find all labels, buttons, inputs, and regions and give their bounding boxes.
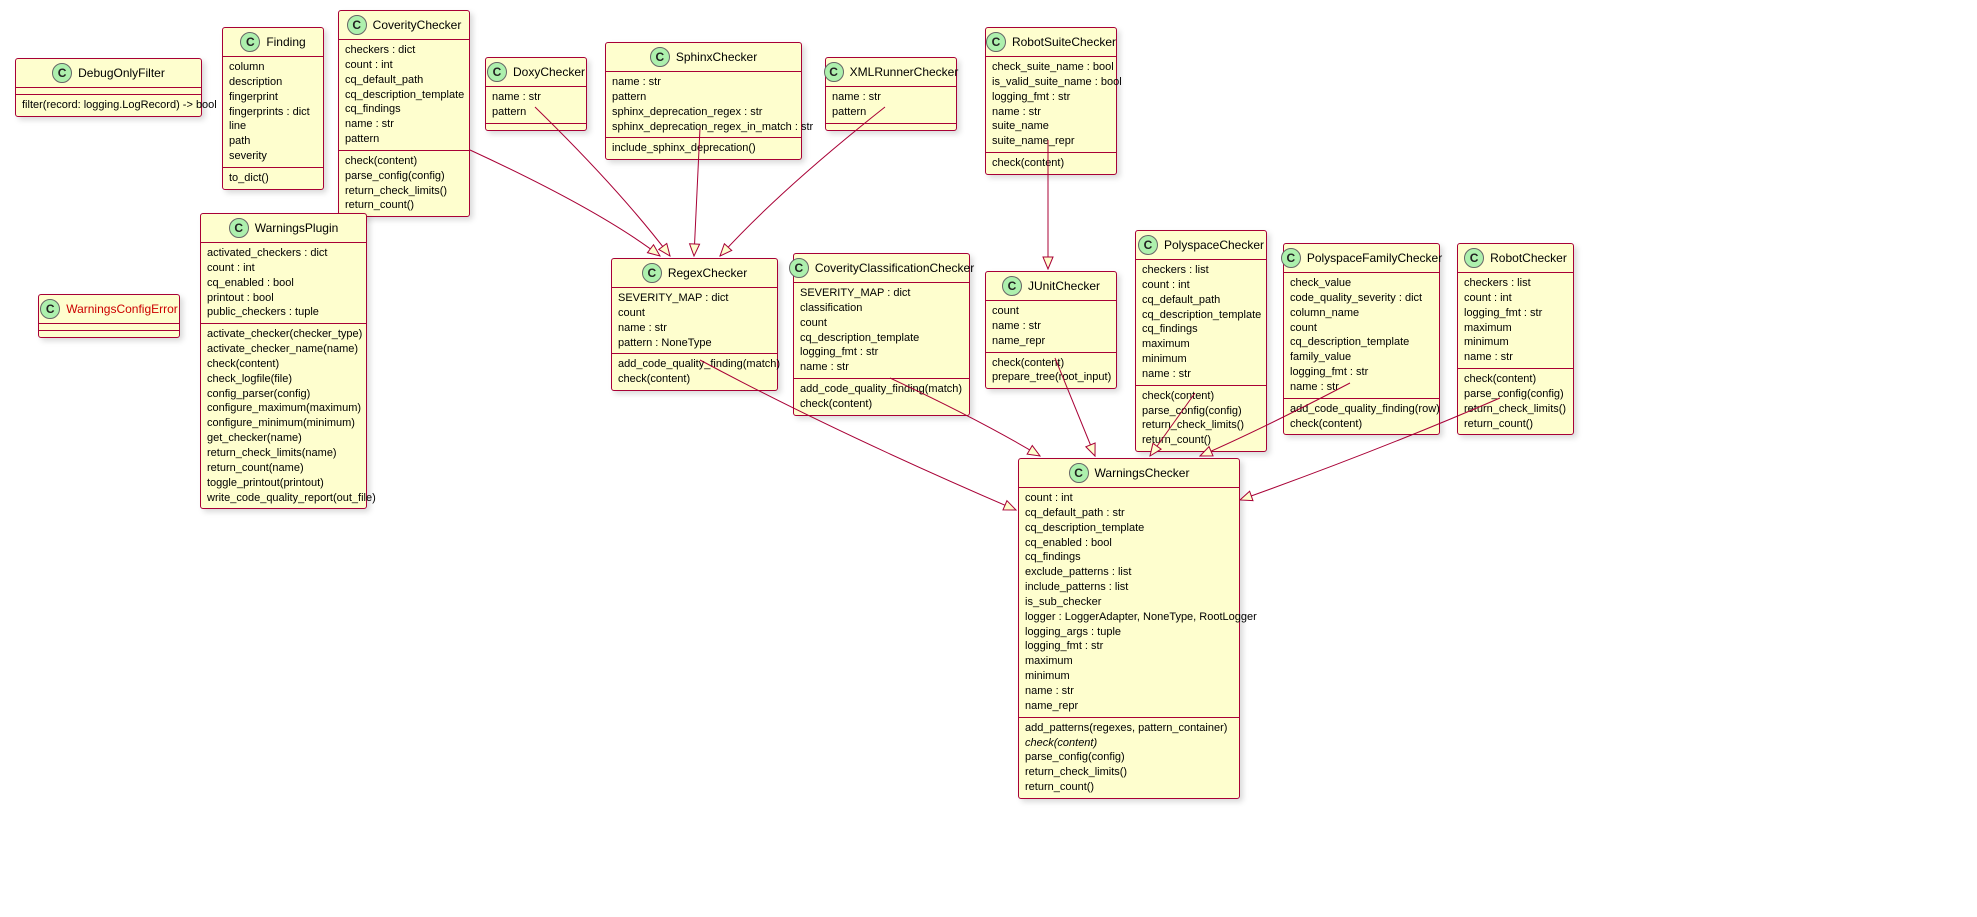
class-name: JUnitChecker xyxy=(1028,279,1100,293)
class-RobotSuiteChecker: C RobotSuiteChecker check_suite_name : bo… xyxy=(985,27,1117,175)
class-icon: C xyxy=(650,47,670,67)
class-WarningsChecker: C WarningsChecker count : int cq_default_… xyxy=(1018,458,1240,799)
class-name: Finding xyxy=(266,35,305,49)
class-icon: C xyxy=(824,62,844,82)
class-CoverityClassificationChecker: CCoverityClassificationChecker SEVERITY_… xyxy=(793,253,970,416)
class-header: C RobotChecker xyxy=(1458,244,1573,273)
class-header: C WarningsConfigError xyxy=(39,295,179,324)
class-icon: C xyxy=(1464,248,1484,268)
class-header: C CoverityChecker xyxy=(339,11,469,40)
attrs: SEVERITY_MAP : dict count name : str pat… xyxy=(612,288,777,354)
class-XMLRunnerChecker: C XMLRunnerChecker name : str pattern xyxy=(825,57,957,131)
methods: filter(record: logging.LogRecord) -> boo… xyxy=(16,95,201,116)
attrs: name : str pattern sphinx_deprecation_re… xyxy=(606,72,801,138)
class-header: C DebugOnlyFilter xyxy=(16,59,201,88)
methods: check(content) parse_config(config) retu… xyxy=(339,151,469,216)
class-icon: C xyxy=(1002,276,1022,296)
class-DoxyChecker: C DoxyChecker name : str pattern xyxy=(485,57,587,131)
class-header: CCoverityClassificationChecker xyxy=(794,254,969,283)
attrs: name : str pattern xyxy=(486,87,586,124)
class-name: RegexChecker xyxy=(668,266,747,280)
class-icon: C xyxy=(52,63,72,83)
class-icon: C xyxy=(1069,463,1089,483)
methods: check(content) xyxy=(986,153,1116,174)
class-icon: C xyxy=(1138,235,1158,255)
methods: add_code_quality_finding(match) check(co… xyxy=(612,354,777,390)
class-DebugOnlyFilter: C DebugOnlyFilter filter(record: logging… xyxy=(15,58,202,117)
class-WarningsPlugin: C WarningsPlugin activated_checkers : dic… xyxy=(200,213,367,509)
methods: to_dict() xyxy=(223,168,323,189)
methods xyxy=(826,124,956,130)
attrs: SEVERITY_MAP : dict classification count… xyxy=(794,283,969,379)
class-header: C SphinxChecker xyxy=(606,43,801,72)
attrs: checkers : list count : int logging_fmt … xyxy=(1458,273,1573,369)
class-name: CoverityClassificationChecker xyxy=(815,261,974,275)
attrs: name : str pattern xyxy=(826,87,956,124)
methods: include_sphinx_deprecation() xyxy=(606,138,801,159)
methods: check(content) parse_config(config) retu… xyxy=(1458,369,1573,434)
class-name: PolyspaceChecker xyxy=(1164,238,1264,252)
class-Finding: C Finding column description fingerprint … xyxy=(222,27,324,190)
class-icon: C xyxy=(347,15,367,35)
class-header: C JUnitChecker xyxy=(986,272,1116,301)
class-RegexChecker: C RegexChecker SEVERITY_MAP : dict count … xyxy=(611,258,778,391)
class-header: C RegexChecker xyxy=(612,259,777,288)
class-name: WarningsPlugin xyxy=(255,221,339,235)
class-icon: C xyxy=(487,62,507,82)
class-PolyspaceFamilyChecker: C PolyspaceFamilyChecker check_value code… xyxy=(1283,243,1440,435)
methods: check(content) parse_config(config) retu… xyxy=(1136,386,1266,451)
class-icon: C xyxy=(229,218,249,238)
class-name: RobotSuiteChecker xyxy=(1012,35,1116,49)
class-RobotChecker: C RobotChecker checkers : list count : in… xyxy=(1457,243,1574,435)
class-name: PolyspaceFamilyChecker xyxy=(1307,251,1442,265)
attrs: check_value code_quality_severity : dict… xyxy=(1284,273,1439,399)
attrs: activated_checkers : dict count : int cq… xyxy=(201,243,366,324)
class-icon: C xyxy=(986,32,1006,52)
class-icon: C xyxy=(240,32,260,52)
class-name: WarningsConfigError xyxy=(66,302,178,316)
methods: activate_checker(checker_type) activate_… xyxy=(201,324,366,508)
class-JUnitChecker: C JUnitChecker count name : str name_repr… xyxy=(985,271,1117,389)
class-icon: C xyxy=(789,258,809,278)
class-name: WarningsChecker xyxy=(1095,466,1190,480)
class-icon: C xyxy=(40,299,60,319)
class-header: C PolyspaceFamilyChecker xyxy=(1284,244,1439,273)
class-header: C PolyspaceChecker xyxy=(1136,231,1266,260)
class-header: C DoxyChecker xyxy=(486,58,586,87)
attrs: column description fingerprint fingerpri… xyxy=(223,57,323,168)
attrs xyxy=(39,324,179,331)
class-WarningsConfigError: C WarningsConfigError xyxy=(38,294,180,338)
class-name: SphinxChecker xyxy=(676,50,757,64)
methods: add_code_quality_finding(match) check(co… xyxy=(794,379,969,415)
attrs xyxy=(16,88,201,95)
methods: add_patterns(regexes, pattern_container)… xyxy=(1019,718,1239,798)
class-header: C WarningsChecker xyxy=(1019,459,1239,488)
attrs: check_suite_name : bool is_valid_suite_n… xyxy=(986,57,1116,153)
methods xyxy=(39,331,179,337)
class-SphinxChecker: C SphinxChecker name : str pattern sphinx… xyxy=(605,42,802,160)
methods: check(content) prepare_tree(root_input) xyxy=(986,353,1116,389)
class-CoverityChecker: C CoverityChecker checkers : dict count :… xyxy=(338,10,470,217)
attrs: checkers : dict count : int cq_default_p… xyxy=(339,40,469,151)
class-name: XMLRunnerChecker xyxy=(850,65,959,79)
class-header: C RobotSuiteChecker xyxy=(986,28,1116,57)
attrs: checkers : list count : int cq_default_p… xyxy=(1136,260,1266,386)
class-header: C XMLRunnerChecker xyxy=(826,58,956,87)
methods: add_code_quality_finding(row) check(cont… xyxy=(1284,399,1439,435)
attrs: count : int cq_default_path : str cq_des… xyxy=(1019,488,1239,718)
class-name: RobotChecker xyxy=(1490,251,1567,265)
class-name: CoverityChecker xyxy=(373,18,462,32)
class-icon: C xyxy=(642,263,662,283)
class-name: DebugOnlyFilter xyxy=(78,66,165,80)
methods xyxy=(486,124,586,130)
class-header: C WarningsPlugin xyxy=(201,214,366,243)
class-header: C Finding xyxy=(223,28,323,57)
class-name: DoxyChecker xyxy=(513,65,585,79)
attrs: count name : str name_repr xyxy=(986,301,1116,353)
class-icon: C xyxy=(1281,248,1301,268)
class-PolyspaceChecker: C PolyspaceChecker checkers : list count … xyxy=(1135,230,1267,452)
